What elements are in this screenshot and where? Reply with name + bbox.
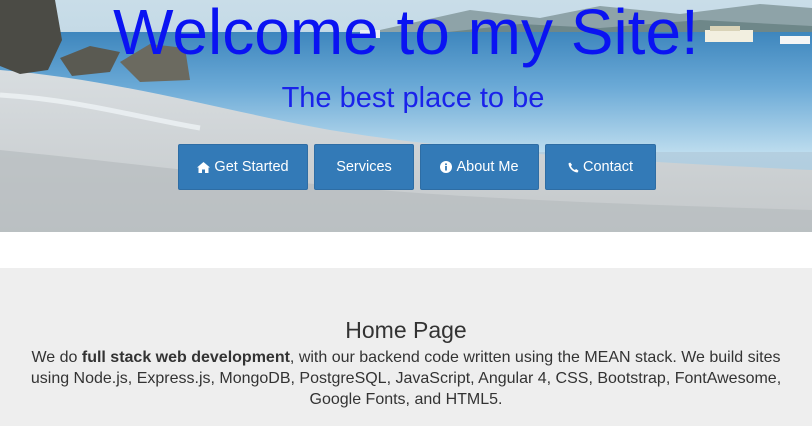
section-spacer (0, 232, 812, 268)
about-me-button[interactable]: About Me (420, 144, 539, 190)
contact-label: Contact (583, 159, 633, 175)
home-page-heading: Home Page (345, 317, 467, 343)
get-started-button[interactable]: Get Started (178, 144, 308, 190)
description-highlight: full stack web development (81, 349, 290, 366)
home-description: We do full stack web development, with o… (24, 347, 788, 410)
description-intro: We do (31, 349, 82, 366)
hero-section: Welcome to my Site! The best place to be… (0, 0, 812, 232)
hero-button-group: Get Started Services About Me Contact (178, 144, 656, 190)
about-me-label: About Me (456, 159, 519, 175)
info-circle-icon (440, 161, 453, 173)
site-title: Welcome to my Site! (113, 0, 699, 68)
get-started-label: Get Started (214, 159, 289, 175)
home-section: Home Page We do full stack web developme… (0, 268, 812, 426)
services-button[interactable]: Services (314, 144, 414, 190)
site-subtitle: The best place to be (281, 82, 545, 114)
home-icon (197, 161, 211, 173)
phone-icon (568, 162, 579, 173)
contact-button[interactable]: Contact (545, 144, 656, 190)
services-label: Services (336, 159, 392, 175)
